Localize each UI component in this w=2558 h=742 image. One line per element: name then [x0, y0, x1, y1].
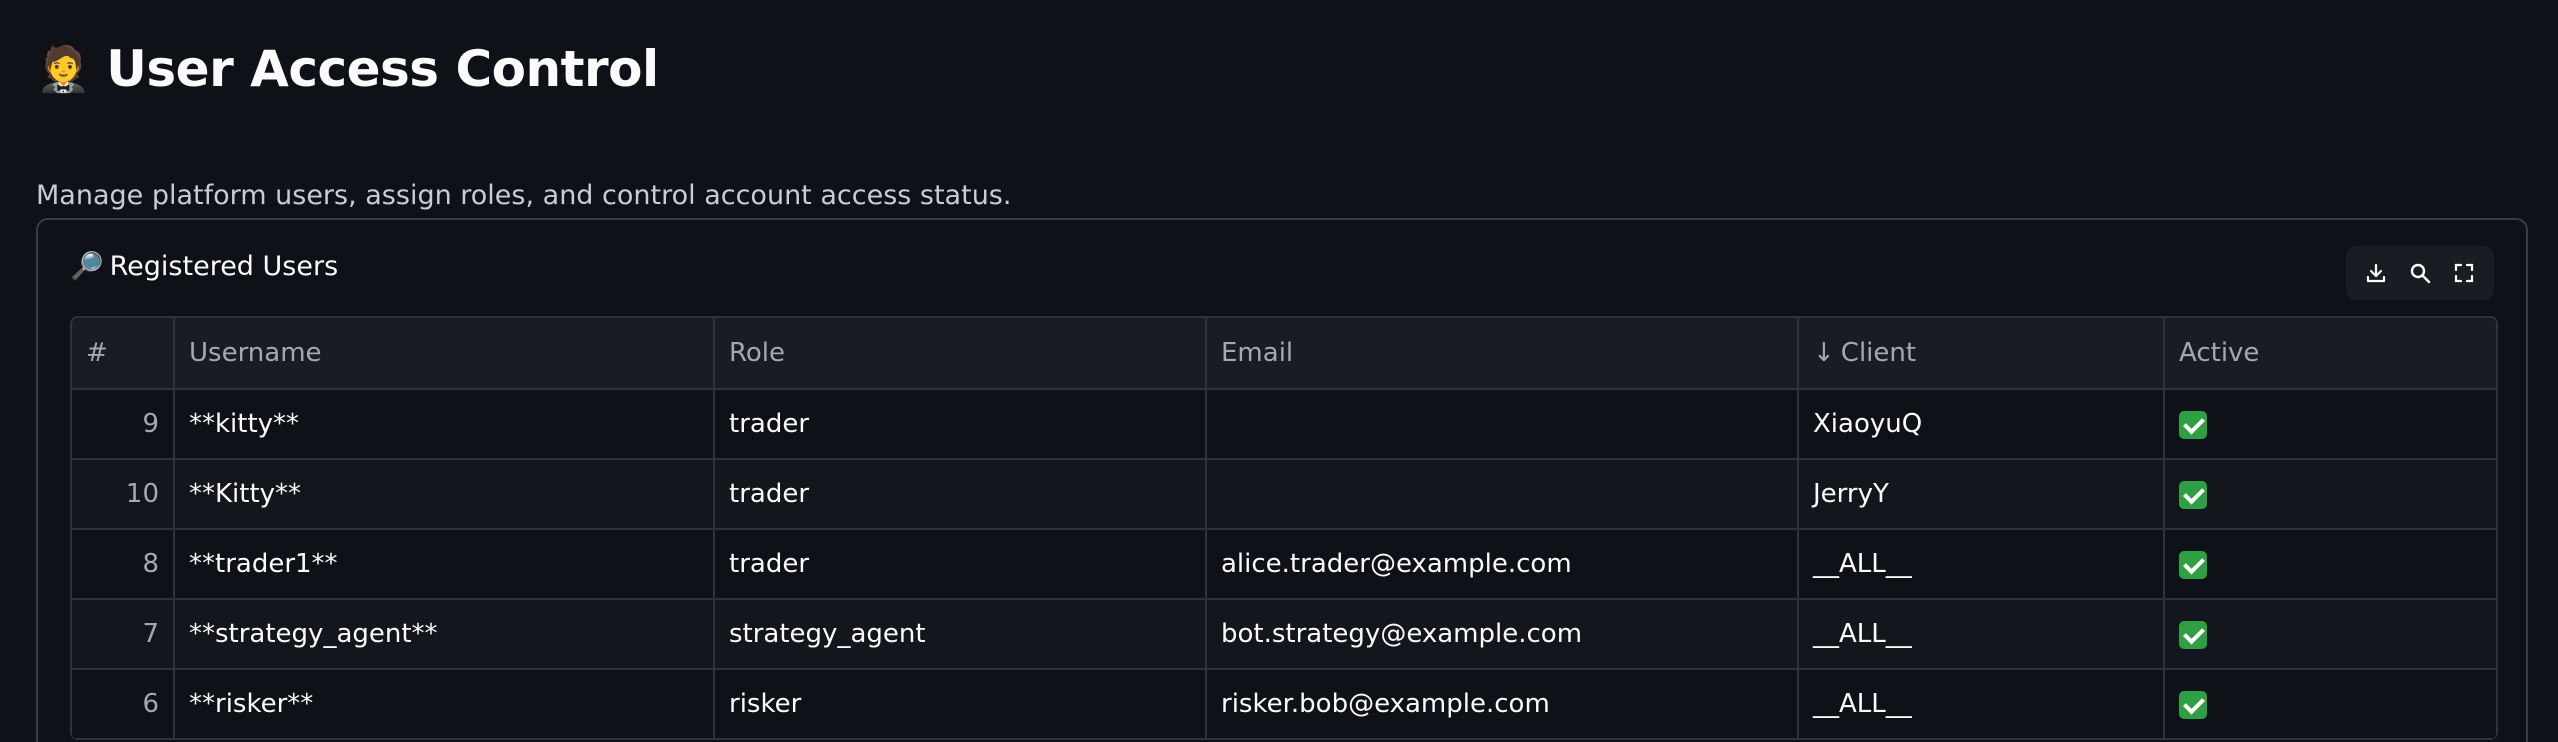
client-cell[interactable]: __ALL__ [1798, 669, 2165, 740]
active-cell[interactable] [2164, 529, 2496, 600]
table-row[interactable]: 10 **Kitty** trader JerryY [72, 459, 2496, 530]
table-row[interactable]: 8 **trader1** trader alice.trader@example.c… [72, 529, 2496, 600]
table-row[interactable]: 9 **kitty** trader XiaoyuQ [72, 389, 2496, 460]
email-cell[interactable]: risker.bob@example.com [1206, 669, 1799, 740]
column-header-client[interactable]: ↓ Client [1798, 318, 2165, 390]
table-header-row: # Username Role Email ↓ Client Active [72, 318, 2496, 390]
check-mark-icon [2179, 550, 2207, 579]
table-row[interactable]: 6 **risker** risker risker.bob@example.com _… [72, 669, 2496, 740]
table-row[interactable]: 7 **strategy_agent** strategy_agent bot.str… [72, 599, 2496, 670]
check-mark-icon [2179, 480, 2207, 509]
client-cell[interactable]: __ALL__ [1798, 599, 2165, 670]
username-cell[interactable]: **kitty** [174, 389, 715, 460]
active-cell[interactable] [2164, 669, 2496, 740]
download-icon[interactable] [2359, 256, 2393, 290]
row-index-cell[interactable]: 10 [72, 459, 175, 530]
person-in-tuxedo-icon: 🤵 [36, 44, 91, 95]
check-mark-icon [2179, 690, 2207, 719]
search-icon[interactable] [2403, 256, 2437, 290]
fullscreen-icon[interactable] [2447, 256, 2481, 290]
email-cell[interactable] [1206, 389, 1799, 460]
role-cell[interactable]: trader [714, 529, 1207, 600]
username-cell[interactable]: **Kitty** [174, 459, 715, 530]
page-title-text: User Access Control [106, 40, 659, 98]
column-header-client-label: Client [1840, 338, 1917, 368]
users-table[interactable]: # Username Role Email ↓ Client Active 9 **… [70, 316, 2498, 740]
panel-header-label: Registered Users [109, 250, 339, 282]
magnifier-icon: 🔎 [70, 251, 104, 282]
role-cell[interactable]: trader [714, 389, 1207, 460]
registered-users-panel: 🔎 Registered Users # Username Role Email… [36, 218, 2528, 742]
role-cell[interactable]: risker [714, 669, 1207, 740]
role-cell[interactable]: trader [714, 459, 1207, 530]
column-header-email[interactable]: Email [1206, 318, 1799, 390]
active-cell[interactable] [2164, 389, 2496, 460]
row-index-cell[interactable]: 7 [72, 599, 175, 670]
client-cell[interactable]: JerryY [1798, 459, 2165, 530]
username-cell[interactable]: **trader1** [174, 529, 715, 600]
table-toolbar [2346, 246, 2494, 300]
page-title: 🤵 User Access Control [36, 40, 659, 98]
active-cell[interactable] [2164, 599, 2496, 670]
username-cell[interactable]: **strategy_agent** [174, 599, 715, 670]
email-cell[interactable] [1206, 459, 1799, 530]
client-cell[interactable]: XiaoyuQ [1798, 389, 2165, 460]
row-index-cell[interactable]: 8 [72, 529, 175, 600]
sort-descending-icon: ↓ [1813, 338, 1835, 368]
page: 🤵 User Access Control Manage platform us… [0, 0, 2558, 742]
role-cell[interactable]: strategy_agent [714, 599, 1207, 670]
column-header-username[interactable]: Username [174, 318, 715, 390]
check-mark-icon [2179, 410, 2207, 439]
column-header-role[interactable]: Role [714, 318, 1207, 390]
column-header-index[interactable]: # [72, 318, 175, 390]
column-header-active[interactable]: Active [2164, 318, 2496, 390]
email-cell[interactable]: bot.strategy@example.com [1206, 599, 1799, 670]
active-cell[interactable] [2164, 459, 2496, 530]
row-index-cell[interactable]: 9 [72, 389, 175, 460]
check-mark-icon [2179, 620, 2207, 649]
client-cell[interactable]: __ALL__ [1798, 529, 2165, 600]
panel-header: 🔎 Registered Users [70, 250, 339, 283]
username-cell[interactable]: **risker** [174, 669, 715, 740]
email-cell[interactable]: alice.trader@example.com [1206, 529, 1799, 600]
row-index-cell[interactable]: 6 [72, 669, 175, 740]
page-subtitle: Manage platform users, assign roles, and… [36, 180, 1012, 211]
